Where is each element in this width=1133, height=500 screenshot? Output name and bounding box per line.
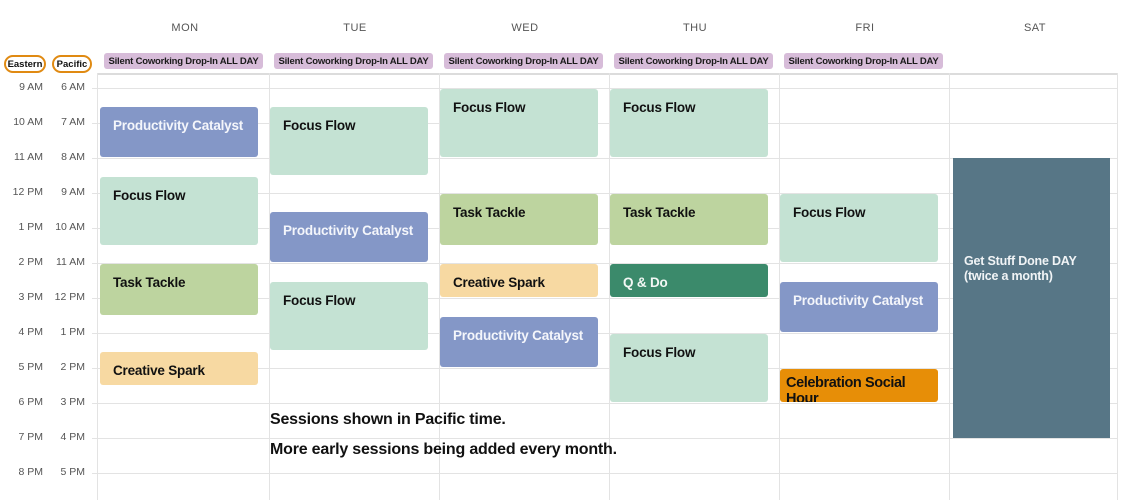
eastern-time-label: 3 PM	[18, 291, 43, 303]
event-focus-flow[interactable]: Focus Flow	[100, 176, 258, 245]
event-productivity-catalyst[interactable]: Productivity Catalyst	[100, 106, 258, 157]
event-task-tackle[interactable]: Task Tackle	[100, 264, 258, 315]
day-header-tue: TUE	[343, 22, 367, 34]
pacific-time-label: 8 AM	[61, 151, 85, 163]
pacific-time-label: 2 PM	[60, 361, 85, 373]
event-title: Focus Flow	[113, 187, 186, 203]
event-q-do[interactable]: Q & Do	[610, 264, 768, 297]
grid-column-divider	[97, 73, 98, 500]
event-productivity-catalyst[interactable]: Productivity Catalyst	[270, 211, 428, 262]
event-focus-flow[interactable]: Focus Flow	[610, 334, 768, 402]
eastern-time-label: 10 AM	[13, 116, 43, 128]
eastern-time-label: 5 PM	[18, 361, 43, 373]
event-focus-flow[interactable]: Focus Flow	[270, 106, 428, 175]
eastern-time-label: 4 PM	[18, 326, 43, 338]
eastern-timezone-badge: Eastern	[4, 55, 46, 73]
eastern-time-label: 7 PM	[18, 431, 43, 443]
day-header-wed: WED	[511, 22, 539, 34]
all-day-event-fri[interactable]: Silent Coworking Drop-In ALL DAY	[784, 53, 943, 69]
pacific-time-label: 11 AM	[56, 256, 85, 268]
pacific-time-label: 1 PM	[60, 326, 85, 338]
event-focus-flow[interactable]: Focus Flow	[270, 281, 428, 350]
grid-column-divider	[949, 73, 950, 500]
event-creative-spark[interactable]: Creative Spark	[440, 264, 598, 297]
event-title: Focus Flow	[623, 100, 696, 115]
event-title: Creative Spark	[453, 275, 545, 290]
pacific-timezone-badge: Pacific	[52, 55, 92, 73]
eastern-time-label: 2 PM	[18, 256, 43, 268]
event-title: Task Tackle	[453, 205, 526, 220]
event-focus-flow[interactable]: Focus Flow	[610, 89, 768, 157]
grid-top-border	[98, 73, 1118, 75]
event-productivity-catalyst[interactable]: Productivity Catalyst	[780, 281, 938, 332]
event-title: Productivity Catalyst	[113, 117, 244, 133]
eastern-time-label: 12 PM	[12, 186, 43, 198]
eastern-time-label: 8 PM	[18, 466, 43, 478]
event-title: Focus Flow	[453, 100, 526, 115]
pacific-time-label: 5 PM	[60, 466, 85, 478]
event-title: Creative Spark	[113, 362, 205, 378]
all-day-event-thu[interactable]: Silent Coworking Drop-In ALL DAY	[614, 53, 773, 69]
pacific-time-label: 4 PM	[60, 431, 85, 443]
event-focus-flow[interactable]: Focus Flow	[440, 89, 598, 157]
event-title: Productivity Catalyst	[283, 222, 414, 238]
event-title: Focus Flow	[623, 345, 696, 360]
eastern-time-label: 9 AM	[19, 81, 43, 93]
event-title: Productivity Catalyst	[453, 327, 584, 343]
event-task-tackle[interactable]: Task Tackle	[610, 194, 768, 245]
event-celebration-social-hour[interactable]: Celebration Social Hour	[780, 369, 938, 402]
eastern-time-label: 1 PM	[18, 221, 43, 233]
hour-gridline	[92, 473, 1118, 474]
event-title: Task Tackle	[623, 205, 696, 220]
pacific-time-label: 12 PM	[54, 291, 85, 303]
hour-gridline	[92, 88, 1118, 89]
early-sessions-note: More early sessions being added every mo…	[270, 441, 617, 458]
event-title: Focus Flow	[793, 205, 866, 220]
pacific-time-label: 7 AM	[61, 116, 85, 128]
pacific-time-label: 6 AM	[61, 81, 85, 93]
event-creative-spark[interactable]: Creative Spark	[100, 351, 258, 385]
grid-column-divider	[1117, 73, 1118, 500]
day-header-mon: MON	[171, 22, 199, 34]
event-productivity-catalyst[interactable]: Productivity Catalyst	[440, 316, 598, 367]
day-header-sat: SAT	[1023, 22, 1047, 34]
pacific-time-label: 10 AM	[55, 221, 85, 233]
event-title: Get Stuff Done DAY (twice a month)	[964, 254, 1077, 283]
day-header-fri: FRI	[855, 22, 875, 34]
pacific-time-note: Sessions shown in Pacific time.	[270, 411, 506, 428]
all-day-event-wed[interactable]: Silent Coworking Drop-In ALL DAY	[444, 53, 603, 69]
pacific-time-label: 9 AM	[61, 186, 85, 198]
day-header-thu: THU	[682, 22, 708, 34]
all-day-event-mon[interactable]: Silent Coworking Drop-In ALL DAY	[104, 53, 263, 69]
event-get-stuff-done-day-twice-a-month[interactable]: Get Stuff Done DAY (twice a month)	[953, 158, 1110, 438]
eastern-time-label: 11 AM	[14, 151, 43, 163]
event-title: Focus Flow	[283, 292, 356, 308]
all-day-event-tue[interactable]: Silent Coworking Drop-In ALL DAY	[274, 53, 433, 69]
event-title: Q & Do	[623, 275, 668, 290]
event-title: Productivity Catalyst	[793, 292, 924, 308]
hour-gridline	[92, 438, 1118, 439]
event-task-tackle[interactable]: Task Tackle	[440, 194, 598, 245]
event-title: Focus Flow	[283, 117, 356, 133]
pacific-time-label: 3 PM	[60, 396, 85, 408]
eastern-time-label: 6 PM	[18, 396, 43, 408]
event-focus-flow[interactable]: Focus Flow	[780, 194, 938, 262]
event-title: Task Tackle	[113, 275, 186, 290]
event-title: Celebration Social Hour	[786, 375, 906, 402]
